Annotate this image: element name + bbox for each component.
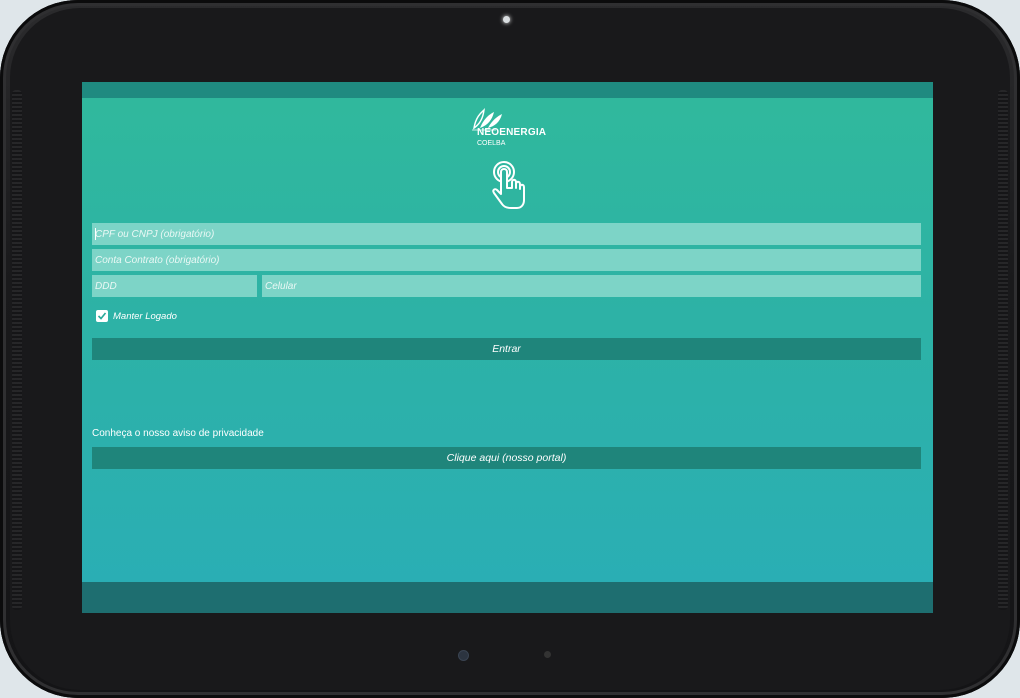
logo-subtitle: COELBA xyxy=(477,140,506,147)
front-sensor-small xyxy=(544,651,551,658)
app-screen: NEOENERGIA COELBA Manter Logado Entrar C… xyxy=(82,82,933,613)
right-speaker-grille xyxy=(998,90,1008,610)
logo-brand-name: NEOENERGIA xyxy=(477,127,547,138)
navigation-bar xyxy=(82,582,933,613)
cpf-cnpj-input[interactable] xyxy=(95,228,918,240)
keep-logged-label[interactable]: Manter Logado xyxy=(113,311,177,322)
status-bar xyxy=(82,82,933,98)
front-sensor xyxy=(458,650,469,661)
ddd-input[interactable] xyxy=(95,280,254,292)
ddd-field[interactable] xyxy=(92,275,257,297)
cpf-cnpj-field[interactable] xyxy=(92,223,921,245)
touch-hand-icon xyxy=(492,161,525,209)
celular-input[interactable] xyxy=(265,280,918,292)
text-cursor xyxy=(95,228,96,240)
celular-field[interactable] xyxy=(262,275,921,297)
front-camera xyxy=(503,16,510,23)
privacy-notice-text: Conheça o nosso aviso de privacidade xyxy=(92,428,264,439)
conta-contrato-field[interactable] xyxy=(92,249,921,271)
keep-logged-checkbox[interactable] xyxy=(96,310,108,322)
left-speaker-grille xyxy=(12,90,22,610)
entrar-button[interactable]: Entrar xyxy=(92,338,921,360)
portal-link-button[interactable]: Clique aqui (nosso portal) xyxy=(92,447,921,469)
conta-contrato-input[interactable] xyxy=(95,254,918,266)
check-icon xyxy=(97,312,107,320)
